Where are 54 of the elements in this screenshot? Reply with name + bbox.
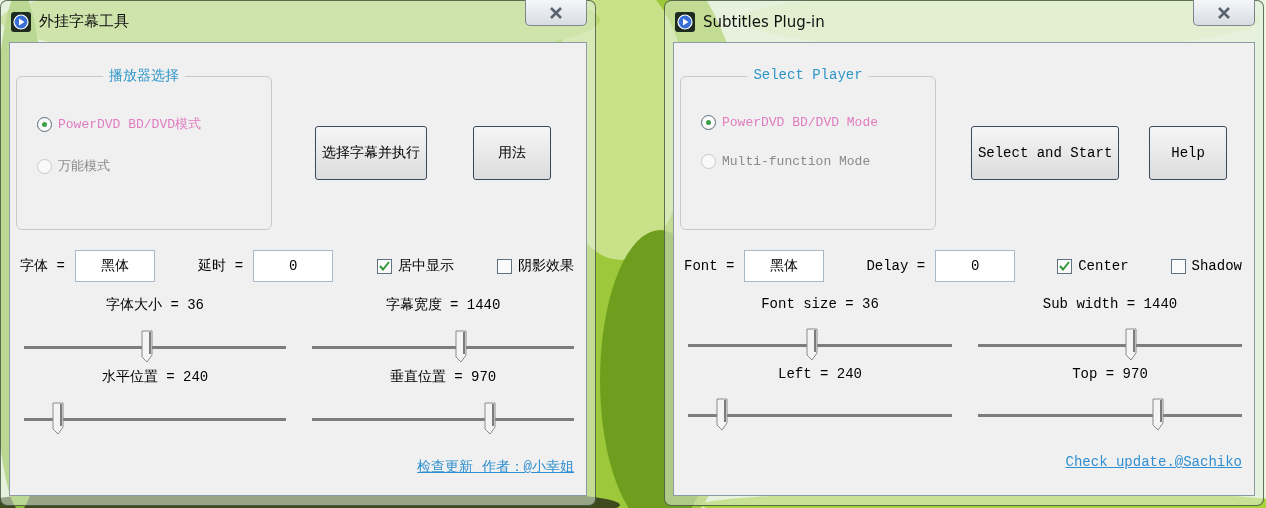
slider-thumb[interactable] [484,402,497,436]
checkbox-label: 阴影效果 [518,257,574,275]
radio-button[interactable] [37,116,52,132]
input-field[interactable]: 0 [935,250,1016,282]
slider-label: Font size = 36 [761,296,879,312]
radio-button[interactable] [701,154,716,169]
slider-label: Top = 970 [1072,366,1148,382]
checkbox[interactable] [497,258,512,274]
push-button[interactable]: Help [1149,126,1228,180]
slider-label: 字体大小 = 36 [106,296,204,314]
slider-thumb[interactable] [52,402,65,436]
app-icon [675,11,695,32]
slider-label: Left = 240 [778,366,862,382]
radio-button[interactable] [37,158,52,174]
checkbox[interactable] [1170,258,1186,274]
group-title: Select Player [747,67,869,83]
input-field[interactable]: 0 [253,250,334,282]
field-label: 字体 = [20,257,65,275]
slider-thumb[interactable] [1151,398,1164,432]
radio-label: PowerDVD BD/DVD Mode [722,115,879,130]
checkbox[interactable] [1057,258,1073,274]
close-icon [1217,6,1231,19]
field-label: Font = [684,258,735,274]
slider-label: 字幕宽度 = 1440 [385,296,501,314]
radio-label: Multi-function Mode [722,154,871,169]
close-icon [549,6,563,19]
slider-thumb[interactable] [1125,328,1138,362]
window-title: Subtitles Plug-in [703,12,825,31]
window-title: 外挂字幕工具 [39,12,129,31]
input-field[interactable]: 黑体 [744,250,825,282]
field-label: 延时 = [198,257,244,275]
checkbox-label: 居中显示 [397,257,454,275]
slider-thumb[interactable] [806,328,819,362]
slider-label: Sub width = 1440 [1042,296,1178,312]
checkbox[interactable] [376,258,392,274]
slider-label: 水平位置 = 240 [101,368,209,386]
app-icon [11,11,31,32]
slider-label: 垂直位置 = 970 [389,368,497,386]
radio-label: PowerDVD BD/DVD模式 [58,116,202,133]
radio-button[interactable] [701,115,716,130]
slider-thumb[interactable] [455,330,468,364]
push-button[interactable]: Select and Start [970,126,1120,180]
checkbox-label: Center [1078,258,1129,274]
slider-thumb[interactable] [141,330,154,364]
radio-label: 万能模式 [58,158,110,175]
input-field[interactable]: 黑体 [74,250,155,282]
push-button[interactable]: 用法 [473,126,551,180]
push-button[interactable]: 选择字幕并执行 [315,126,427,180]
close-button[interactable] [525,0,587,26]
slider-thumb[interactable] [716,398,729,432]
close-button[interactable] [1193,0,1255,26]
group-title: 播放器选择 [103,67,185,85]
field-label: Delay = [866,258,926,274]
checkbox-label: Shadow [1191,258,1242,274]
